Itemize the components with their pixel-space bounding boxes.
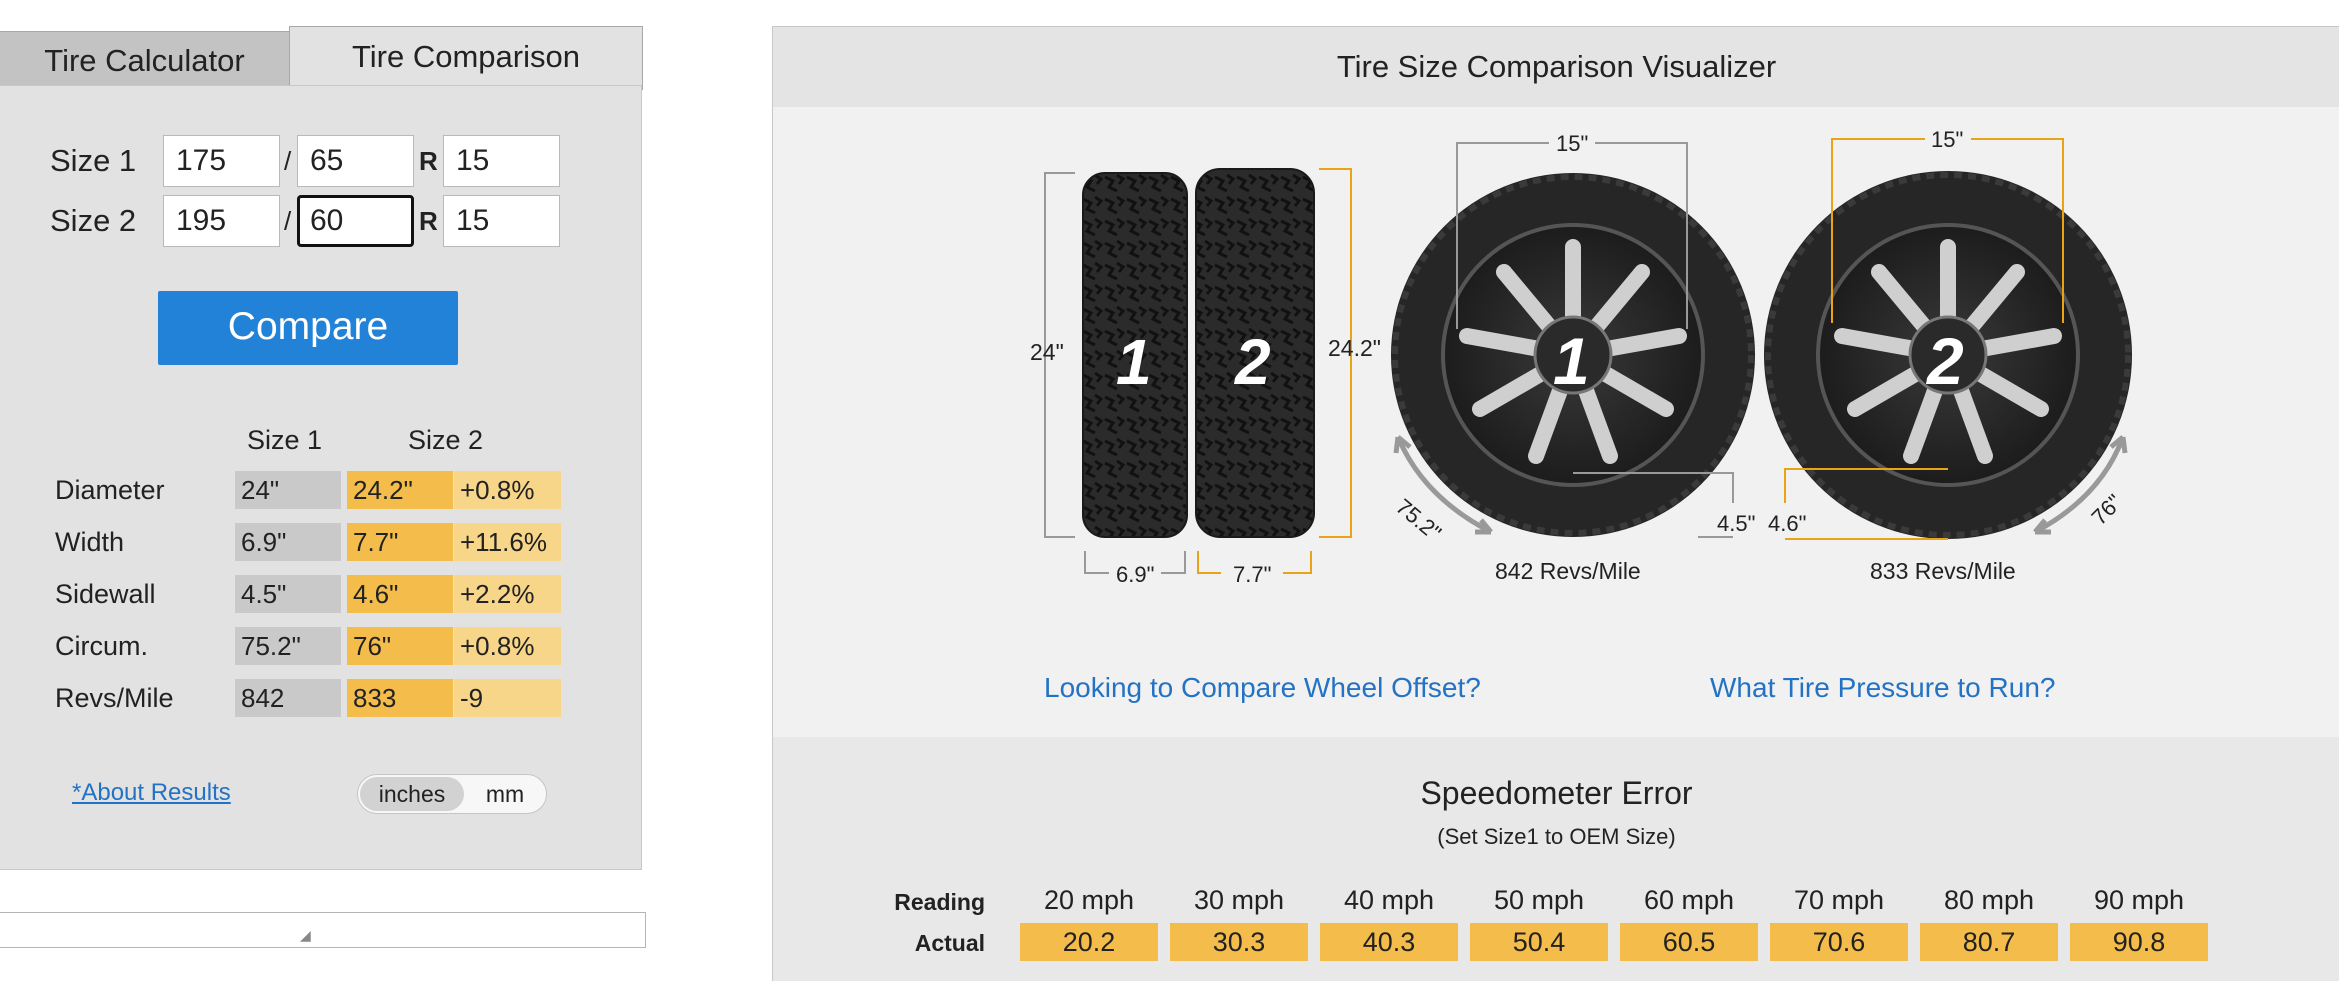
tire2-wheel-number: 2 [1927,324,1964,398]
sidewall-size1: 4.5" [235,575,341,613]
size1-rim-input[interactable]: 15 [443,135,560,187]
visualizer-title: Tire Size Comparison Visualizer [773,27,2339,107]
size2-r-label: R [419,206,438,236]
row-label-revs-mile: Revs/Mile [55,683,174,713]
reading-value: 30 mph [1193,885,1285,915]
comparison-panel: Size 1 175 / 65 R 15 Size 2 195 / 60 R 1… [0,85,642,870]
size2-rim-input[interactable]: 15 [443,195,560,247]
size2-label: Size 2 [50,203,137,238]
row-label-diameter: Diameter [55,475,165,505]
about-results-link[interactable]: *About Results [72,779,231,807]
diameter-size2: 24.2" [347,471,453,509]
reading-value: 20 mph [1043,885,1135,915]
revs-size1: 842 [235,679,341,717]
unit-mm-option[interactable]: mm [466,777,544,811]
reading-value: 70 mph [1793,885,1885,915]
speedometer-subtitle: (Set Size1 to OEM Size) [1437,824,1676,849]
actual-value: 50.4 [1470,923,1608,961]
actual-value: 20.2 [1020,923,1158,961]
size1-aspect-input[interactable]: 65 [297,135,414,187]
unit-toggle[interactable]: inches mm [357,774,547,814]
tire1-side-number: 1 [1116,326,1152,398]
reading-row-label: Reading [894,889,985,915]
compare-wheel-offset-link[interactable]: Looking to Compare Wheel Offset? [1044,672,1481,704]
size1-width-input[interactable]: 175 [163,135,280,187]
tire2-sidewall-label: 4.6" [1768,511,1807,536]
circumference-size2: 76" [347,627,453,665]
size2-aspect-input[interactable]: 60 [297,195,414,247]
reading-value: 80 mph [1943,885,2035,915]
row-label-sidewall: Sidewall [55,579,156,609]
size2-width-input[interactable]: 195 [163,195,280,247]
tire2-diameter-label: 24.2" [1328,335,1381,361]
reading-value: 90 mph [2093,885,2185,915]
visualizer-panel: Tire Size Comparison Visualizer 24" 24.2… [772,26,2339,981]
tire1-sidewall-label: 4.5" [1717,511,1756,536]
sidewall-diff: +2.2% [454,575,561,613]
actual-value: 60.5 [1620,923,1758,961]
tire1-revs-label: 842 Revs/Mile [1495,558,1641,584]
width-diff: +11.6% [454,523,561,561]
visualizer-area: 24" 24.2" 6.9" 7.7" 1 2 1 2 15" 15" 4.5"… [773,107,2339,737]
row-label-width: Width [55,527,125,557]
unit-inches-option[interactable]: inches [360,777,464,811]
bottom-text-box[interactable]: ◢ [0,912,646,948]
size1-label: Size 1 [50,143,137,178]
width-size2: 7.7" [347,523,453,561]
speedometer-title: Speedometer Error [1420,775,1693,811]
actual-value: 70.6 [1770,923,1908,961]
tire1-diameter-label: 24" [1030,339,1064,365]
resize-handle-icon[interactable]: ◢ [300,927,311,944]
actual-value: 90.8 [2070,923,2208,961]
size1-r-label: R [419,146,438,176]
tab-tire-calculator[interactable]: Tire Calculator [0,31,290,89]
diameter-size1: 24" [235,471,341,509]
reading-value: 60 mph [1643,885,1735,915]
tire2-side-number: 2 [1235,326,1271,398]
tire2-width-label: 7.7" [1233,562,1272,587]
row-label-circumference: Circum. [55,631,148,661]
tire1-rim-label: 15" [1556,131,1589,156]
actual-value: 40.3 [1320,923,1458,961]
tire2-revs-label: 833 Revs/Mile [1870,558,2016,584]
actual-row-label: Actual [914,930,985,956]
tab-tire-comparison[interactable]: Tire Comparison [289,26,643,90]
diameter-diff: +0.8% [454,471,561,509]
tire1-width-label: 6.9" [1116,562,1155,587]
size2-slash: / [284,206,292,236]
size1-slash: / [284,146,292,176]
circumference-diff: +0.8% [454,627,561,665]
results-header-size1: Size 1 [247,425,323,455]
tire-diagram [1044,138,2132,574]
circumference-size1: 75.2" [235,627,341,665]
tire-pressure-link[interactable]: What Tire Pressure to Run? [1710,672,2055,704]
tire1-wheel-number: 1 [1553,324,1590,398]
results-header-size2: Size 2 [408,425,484,455]
actual-value: 80.7 [1920,923,2058,961]
sidewall-size2: 4.6" [347,575,453,613]
reading-value: 50 mph [1493,885,1585,915]
compare-button[interactable]: Compare [158,291,458,365]
actual-value: 30.3 [1170,923,1308,961]
revs-size2: 833 [347,679,453,717]
tire2-rim-label: 15" [1931,127,1964,152]
reading-value: 40 mph [1343,885,1435,915]
width-size1: 6.9" [235,523,341,561]
revs-diff: -9 [454,679,561,717]
